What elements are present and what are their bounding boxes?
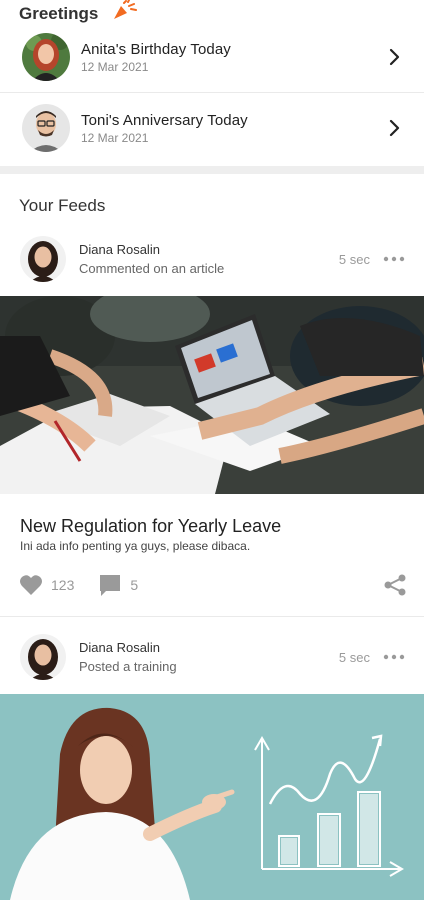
post-actions: 123 5 bbox=[0, 568, 424, 602]
chevron-right-icon[interactable] bbox=[384, 47, 404, 67]
comment-icon bbox=[100, 575, 121, 596]
post-time: 5 sec bbox=[338, 251, 370, 267]
post-subtitle: Ini ada info penting ya guys, please dib… bbox=[20, 539, 251, 553]
like-button[interactable]: 123 bbox=[19, 574, 74, 596]
greeting-item-birthday[interactable]: Anita's Birthday Today 12 Mar 2021 bbox=[0, 24, 424, 90]
greeting-date: 12 Mar 2021 bbox=[81, 130, 149, 145]
post-header: Diana Rosalin Commented on an article 5 … bbox=[0, 229, 424, 289]
post-image[interactable] bbox=[0, 296, 424, 494]
divider bbox=[0, 616, 424, 617]
post-author[interactable]: Diana Rosalin bbox=[79, 640, 339, 655]
avatar bbox=[22, 33, 70, 81]
divider bbox=[0, 92, 424, 93]
avatar[interactable] bbox=[20, 634, 66, 680]
post-action: Posted a training bbox=[79, 659, 177, 674]
like-count: 123 bbox=[51, 577, 75, 593]
post-action: Commented on an article bbox=[79, 261, 225, 276]
avatar bbox=[22, 104, 70, 152]
more-horizontal-icon[interactable] bbox=[382, 652, 406, 662]
greeting-item-anniversary[interactable]: Toni's Anniversary Today 12 Mar 2021 bbox=[0, 95, 424, 161]
post-time: 5 sec bbox=[338, 649, 370, 665]
share-icon[interactable] bbox=[383, 573, 407, 597]
post-title[interactable]: New Regulation for Yearly Leave bbox=[20, 516, 281, 537]
comment-count: 5 bbox=[130, 577, 139, 593]
greeting-title: Anita's Birthday Today bbox=[81, 40, 231, 58]
section-separator bbox=[0, 166, 424, 174]
more-horizontal-icon[interactable] bbox=[382, 254, 406, 264]
post-author[interactable]: Diana Rosalin bbox=[79, 242, 339, 257]
greeting-title: Toni's Anniversary Today bbox=[81, 111, 248, 129]
feeds-title: Your Feeds bbox=[19, 196, 106, 215]
greeting-date: 12 Mar 2021 bbox=[81, 59, 149, 74]
post-header: Diana Rosalin Posted a training 5 sec bbox=[0, 627, 424, 687]
greetings-header: Greetings bbox=[19, 4, 98, 24]
chevron-right-icon[interactable] bbox=[384, 118, 404, 138]
avatar[interactable] bbox=[20, 236, 66, 282]
heart-icon bbox=[20, 575, 42, 595]
comment-button[interactable]: 5 bbox=[98, 573, 138, 597]
post-image[interactable] bbox=[0, 694, 424, 900]
greetings-title: Greetings bbox=[19, 4, 99, 23]
party-popper-icon bbox=[114, 0, 137, 19]
